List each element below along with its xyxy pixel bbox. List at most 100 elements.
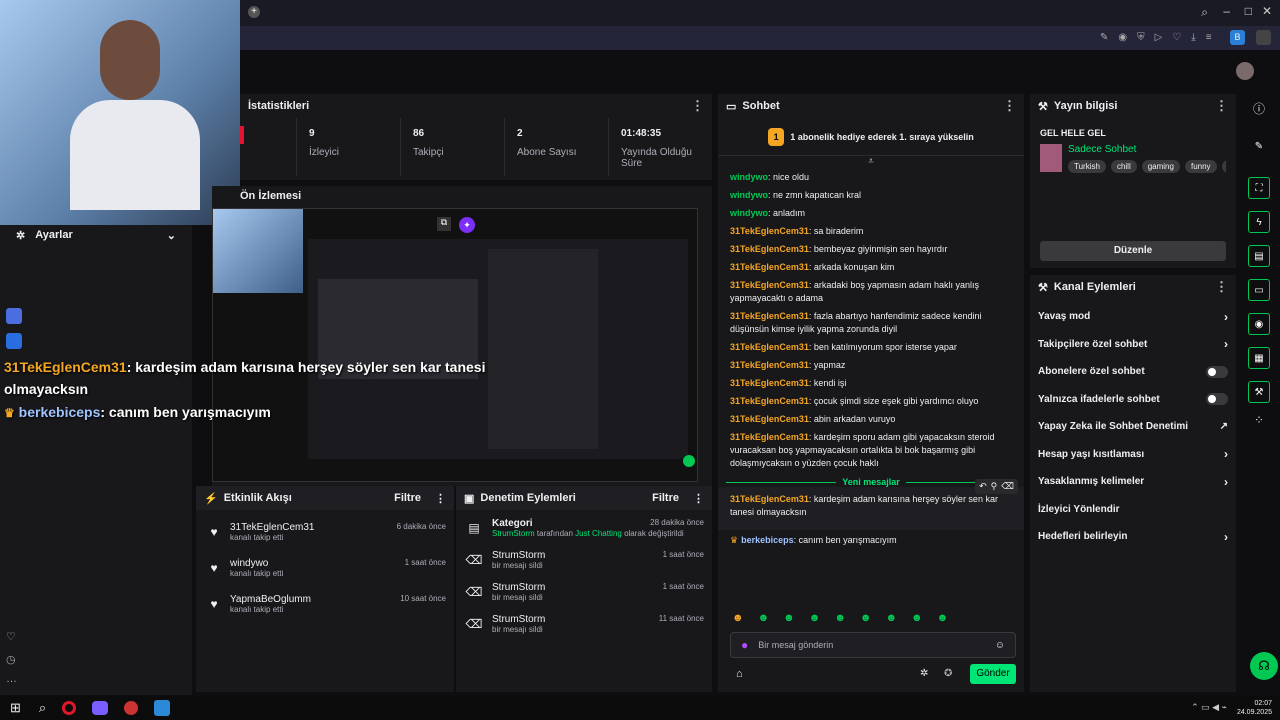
chat-message[interactable]: ♛ berkebiceps: canım ben yarışmacıyım — [730, 534, 1012, 547]
channel-action-item[interactable]: Hesap yaşı kısıtlaması › — [1030, 441, 1236, 469]
more-options-icon[interactable]: ⋮ — [1003, 98, 1016, 114]
stream-tag[interactable]: Turkish — [1068, 160, 1106, 173]
more-options-icon[interactable]: ⋮ — [1215, 279, 1228, 295]
clock[interactable]: 02:07 24.09.2025 — [1237, 699, 1272, 717]
chat-message[interactable]: windywo: ne zmn kapatıcan kral — [730, 189, 1012, 202]
activity-filter-button[interactable]: Filtre — [394, 492, 421, 504]
stream-tag[interactable]: chill — [1110, 160, 1137, 173]
maximize-icon[interactable]: □ — [1245, 4, 1252, 18]
channel-action-item[interactable]: Hedefleri belirleyin › — [1030, 523, 1236, 551]
app-icon[interactable] — [154, 699, 171, 716]
messenger-icon[interactable] — [6, 333, 22, 349]
category-name[interactable]: Sadece Sohbet — [1068, 144, 1226, 155]
new-tab-button[interactable]: + — [248, 6, 260, 18]
robot-icon[interactable]: ✪ — [944, 668, 952, 679]
toggle-switch[interactable] — [1206, 365, 1228, 378]
tools-icon[interactable]: ⚒ — [1248, 381, 1270, 403]
collapse-icon[interactable]: ⩡ — [718, 156, 1024, 167]
more-options-icon[interactable]: ⋮ — [1215, 98, 1228, 114]
channel-action-item[interactable]: Yasaklanmış kelimeler › — [1030, 468, 1236, 496]
chat-username[interactable]: 31TekEglenCem31 — [730, 432, 809, 442]
gift-banner[interactable]: 1 1 abonelik hediye ederek 1. sıraya yük… — [718, 118, 1024, 156]
moderation-item[interactable]: ⌫ StrumStorm 1 saat önce bir mesajı sildi — [456, 544, 712, 576]
stream-tag[interactable]: gaming — [1141, 160, 1180, 173]
activity-user[interactable]: 31TekEglenCem31 — [230, 522, 315, 533]
chat-message[interactable]: 31TekEglenCem31: kardeşim adam karısına … — [730, 493, 1012, 519]
moderation-item[interactable]: ⌫ StrumStorm 1 saat önce bir mesajı sildi — [456, 576, 712, 608]
windows-icon[interactable]: ⊞ — [10, 700, 21, 716]
emote-icon[interactable]: ☻ — [885, 612, 897, 624]
more-icon[interactable]: … — [6, 673, 17, 685]
emote-icon[interactable]: ☻ — [937, 612, 949, 624]
lightning-icon[interactable]: ϟ — [1248, 211, 1270, 233]
channel-action-item[interactable]: Yavaş mod › — [1030, 303, 1236, 331]
chat-message[interactable]: 31TekEglenCem31: fazla abartıyo hanfendi… — [730, 310, 1012, 336]
chat-username[interactable]: 31TekEglenCem31 — [730, 360, 809, 370]
emote-icon[interactable]: ☻ — [732, 612, 744, 624]
toggle-switch[interactable] — [1206, 393, 1228, 406]
sparkle-icon[interactable]: ✦ — [459, 217, 475, 233]
profile-badge[interactable]: B — [1230, 30, 1245, 45]
nodes-icon[interactable]: ⁘ — [1238, 413, 1280, 427]
activity-item[interactable]: ♥ YapmaBeOglumm 10 saat önce kanalı takip e… — [196, 586, 454, 622]
camera-icon[interactable]: ◉ — [1118, 32, 1127, 43]
info-icon[interactable]: ⓘ — [1238, 100, 1280, 117]
heart-outline-icon[interactable]: ♡ — [6, 630, 16, 643]
shield-icon[interactable]: ⛨ — [1137, 32, 1145, 43]
tray-icons[interactable]: ⌃ ▭ ◀ ⌁ — [1191, 702, 1227, 713]
mod-user[interactable]: StrumStorm — [492, 582, 545, 593]
channel-action-item[interactable]: Yapay Zeka ile Sohbet Denetimi ↗ — [1030, 413, 1236, 441]
gear-icon[interactable]: ✲ — [920, 668, 928, 679]
chat-username[interactable]: windywo — [730, 190, 768, 200]
moderation-item[interactable]: ⌫ StrumStorm 11 saat önce bir mesajı sildi — [456, 608, 712, 640]
support-icon[interactable]: ☊ — [1250, 652, 1278, 680]
pencil-icon[interactable]: ✎ — [1248, 135, 1270, 157]
pin-icon[interactable]: ⚲ — [991, 481, 998, 492]
chat-username[interactable]: 31TekEglenCem31 — [730, 262, 809, 272]
emote-icon[interactable]: ☻ — [860, 612, 872, 624]
edit-icon[interactable]: ✎ — [1100, 32, 1108, 43]
emote-icon[interactable]: ☻ — [758, 612, 770, 624]
chat-message[interactable]: 31TekEglenCem31: abin arkadan vuruyo — [730, 413, 1012, 426]
activity-user[interactable]: YapmaBeOglumm — [230, 594, 311, 605]
extension-icon[interactable] — [1256, 30, 1271, 45]
avatar[interactable] — [1236, 62, 1254, 80]
app-icon-1[interactable] — [6, 308, 22, 324]
app-icon[interactable] — [92, 700, 109, 715]
chat-message[interactable]: 31TekEglenCem31: sa biraderim — [730, 225, 1012, 238]
delete-icon[interactable]: ⌫ — [1001, 481, 1014, 492]
chat-message[interactable]: 31TekEglenCem31: kendi işi — [730, 377, 1012, 390]
download-icon[interactable]: ⤓ — [1191, 32, 1195, 43]
chat-username[interactable]: 31TekEglenCem31 — [730, 226, 809, 236]
activity-item[interactable]: ♥ windywo 1 saat önce kanalı takip etti — [196, 550, 454, 586]
more-options-icon[interactable]: ⋮ — [693, 492, 704, 505]
note-icon[interactable]: ▤ — [1248, 245, 1270, 267]
mod-user[interactable]: StrumStorm — [492, 614, 545, 625]
moderation-filter-button[interactable]: Filtre — [652, 492, 679, 504]
minimize-icon[interactable]: – — [1223, 4, 1230, 18]
close-icon[interactable]: ✕ — [1262, 4, 1272, 18]
crop-icon[interactable]: ⛶ — [1248, 177, 1270, 199]
emote-icon[interactable]: ☻ — [783, 612, 795, 624]
activity-item[interactable]: ♥ 31TekEglenCem31 6 dakika önce kanalı taki… — [196, 514, 454, 550]
send-button[interactable]: Gönder — [970, 664, 1016, 684]
channel-action-item[interactable]: Takipçilere özel sohbet › — [1030, 331, 1236, 359]
chevron-down-icon[interactable]: ⌄ — [167, 229, 176, 242]
chat-username[interactable]: 31TekEglenCem31 — [730, 378, 809, 388]
chat-username[interactable]: 31TekEglenCem31 — [730, 280, 809, 290]
reply-icon[interactable]: ↶ — [979, 481, 987, 492]
more-options-icon[interactable]: ⋮ — [691, 98, 704, 114]
chat-message[interactable]: 31TekEglenCem31: yapmaz — [730, 359, 1012, 372]
chat-message[interactable]: 31TekEglenCem31: çocuk şimdi size eşek g… — [730, 395, 1012, 408]
microphone-icon[interactable]: ● — [741, 638, 748, 652]
chat-input[interactable]: ● Bir mesaj gönderin ☺ — [730, 632, 1016, 658]
activity-user[interactable]: windywo — [230, 558, 268, 569]
play-icon[interactable]: ▷ — [1155, 32, 1163, 43]
chat-username[interactable]: 31TekEglenCem31 — [730, 414, 809, 424]
emote-icon[interactable]: ☻ — [834, 612, 846, 624]
stream-preview[interactable]: ⧉ ✦ — [212, 208, 698, 482]
more-options-icon[interactable]: ⋮ — [435, 492, 446, 505]
app-icon[interactable] — [124, 700, 139, 715]
emote-icon[interactable]: ☻ — [809, 612, 821, 624]
chat-message[interactable]: 31TekEglenCem31: arkadaki boş yapmasın a… — [730, 279, 1012, 305]
